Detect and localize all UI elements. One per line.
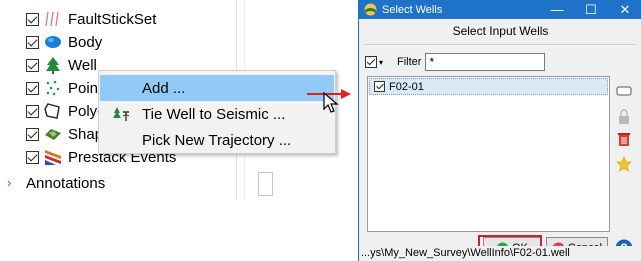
menu-item-add[interactable]: Add ... <box>100 75 334 101</box>
tree-item-pointset[interactable]: Point <box>26 77 102 99</box>
wells-list: F02-01 <box>367 76 610 232</box>
mouse-cursor-icon <box>323 92 339 113</box>
scrollbar[interactable] <box>258 172 273 196</box>
menu-item-tie-well-to-seismic[interactable]: Tie Well to Seismic ... <box>100 101 334 127</box>
tree-checkbox[interactable] <box>26 127 39 141</box>
expand-chevron-icon[interactable]: › <box>7 175 11 190</box>
tree-item-well[interactable]: Well <box>26 54 97 76</box>
dialog-titlebar[interactable]: Select Wells — ☐ ✕ <box>359 0 641 19</box>
tree-item-body[interactable]: Body <box>26 31 102 53</box>
polygon-icon <box>44 102 62 120</box>
app-logo-icon <box>364 3 377 16</box>
list-item[interactable]: F02-01 <box>369 78 608 95</box>
well-checkbox[interactable] <box>374 81 385 92</box>
tree-checkbox[interactable] <box>26 81 39 95</box>
menu-item-pick-new-trajectory[interactable]: Pick New Trajectory ... <box>100 127 334 153</box>
select-wells-dialog: Select Wells — ☐ ✕ Select Input Wells ▾ … <box>358 0 641 261</box>
close-button[interactable]: ✕ <box>608 0 641 19</box>
star-icon[interactable] <box>616 156 632 172</box>
maximize-button[interactable]: ☐ <box>574 0 608 19</box>
tree-checkbox[interactable] <box>26 12 39 26</box>
tie-well-icon <box>112 106 130 122</box>
divider <box>363 44 637 45</box>
tree-checkbox[interactable] <box>26 58 39 72</box>
tree-checkbox[interactable] <box>26 150 39 164</box>
fault-stick-icon <box>44 10 62 28</box>
menu-item-label: Add ... <box>142 79 186 97</box>
filter-input[interactable] <box>425 53 546 71</box>
filter-label: Filter <box>397 56 422 68</box>
prestack-icon <box>44 148 62 166</box>
menu-item-label: Pick New Trajectory ... <box>142 131 292 149</box>
pointset-icon <box>44 79 62 97</box>
delete-icon[interactable] <box>616 131 632 147</box>
tree-checkbox[interactable] <box>26 35 39 49</box>
dialog-header: Select Input Wells <box>452 24 549 38</box>
minimize-button[interactable]: — <box>540 0 574 19</box>
tree-item-polygon[interactable]: Polyg <box>26 100 106 122</box>
menu-item-label: Tie Well to Seismic ... <box>142 105 286 123</box>
lock-icon[interactable] <box>616 109 632 125</box>
status-path: ...ys\My_New_Survey\WellInfo\F02-01.well <box>361 246 641 261</box>
tree-item-annotations[interactable]: Annotations <box>26 172 105 194</box>
context-menu: Add ... Tie Well to Seismic ... Pick New… <box>98 70 336 154</box>
tree-item-faultstickset[interactable]: FaultStickSet <box>26 8 156 30</box>
well-tree-icon <box>44 56 62 74</box>
dialog-title: Select Wells <box>382 3 443 16</box>
body-icon <box>44 33 62 51</box>
tree-item-label: FaultStickSet <box>68 10 157 28</box>
select-all-checkbox[interactable] <box>365 56 377 68</box>
tree-checkbox[interactable] <box>26 104 39 118</box>
tree-item-shape[interactable]: Shap <box>26 123 103 145</box>
tree-item-label: Annotations <box>26 174 106 192</box>
rename-icon[interactable] <box>616 83 632 99</box>
tree-item-label: Well <box>68 56 97 74</box>
chevron-down-icon[interactable]: ▾ <box>379 58 383 67</box>
shape-icon <box>44 125 62 143</box>
well-name: F02-01 <box>389 80 424 93</box>
filter-bar: ▾ Filter <box>365 52 546 72</box>
tree-item-label: Body <box>68 33 103 51</box>
